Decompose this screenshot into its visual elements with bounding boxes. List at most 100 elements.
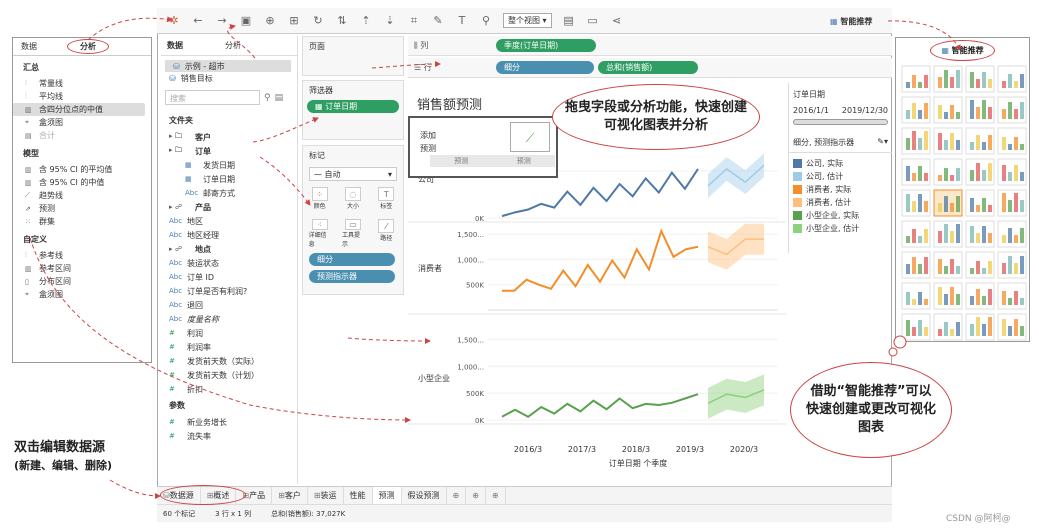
field-item[interactable]: # 发货前天数（实际） [161, 354, 297, 368]
rows-pill-segment[interactable]: 细分 [496, 61, 594, 74]
datasource-item[interactable]: ⛁ 示例 - 超市 [165, 60, 291, 72]
redo-icon[interactable]: → [215, 14, 229, 27]
field-item[interactable]: # 折扣 [161, 382, 297, 396]
field-item[interactable]: ▦ 发货日期 [161, 158, 297, 172]
new-story-icon[interactable]: ⊕ [486, 486, 506, 505]
pin-icon[interactable]: ⚲ [479, 14, 493, 27]
filter-pill[interactable]: ▦ 订单日期 [307, 100, 399, 113]
sort-asc-icon[interactable]: ⇡ [359, 14, 373, 27]
refresh-icon[interactable]: ↻ [311, 14, 325, 27]
field-item[interactable]: Abc 装运状态 [161, 256, 297, 270]
analytics-item[interactable]: ⟋ 趋势线 [13, 189, 151, 202]
field-item[interactable]: Abc 订单 ID [161, 270, 297, 284]
rows-pill-sales[interactable]: 总和(销售额) [598, 61, 698, 74]
legend-item[interactable]: 公司, 实际 [789, 157, 892, 170]
field-item[interactable]: # 发货前天数（计划） [161, 368, 297, 382]
chart-type-grid[interactable] [896, 62, 1029, 342]
field-item[interactable]: ▸ ☍ 地点 [161, 242, 297, 256]
tab-analysis[interactable]: 分析 [225, 40, 241, 51]
mark-type-select[interactable]: ⁓ 自动 ▾ [309, 167, 397, 181]
field-item[interactable]: Abc 订单是否有利润? [161, 284, 297, 298]
detail-button[interactable]: ⁖ 详细信息 [309, 219, 331, 248]
legend-item[interactable]: 小型企业, 实际 [789, 209, 892, 222]
path-button[interactable]: ⁄ 路径 [375, 219, 397, 245]
analytics-item[interactable]: ▥ 含四分位点的中值 [13, 103, 145, 116]
analytics-item[interactable]: ▥ 含 95% CI 的中值 [13, 176, 151, 189]
legend-item[interactable]: 公司, 估计 [789, 170, 892, 183]
add-forecast-popup[interactable]: 添加 预测 ⟋ 预测 预测 [408, 116, 558, 178]
tableau-logo-icon[interactable]: ✲ [167, 14, 181, 27]
legend-item[interactable]: 消费者, 实际 [789, 183, 892, 196]
parameter-item[interactable]: # 流失率 [161, 429, 297, 443]
analytics-item[interactable]: ⌖ 盒须图 [13, 288, 151, 301]
sheet-tab[interactable]: 性能 [344, 486, 373, 505]
sheet-tab[interactable]: ⊞ 客户 [272, 486, 308, 505]
sheet-tab[interactable]: 预测 [372, 486, 402, 505]
analytics-item[interactable]: ⫶ 平均线 [13, 90, 151, 103]
label-button[interactable]: T 标签 [375, 187, 397, 213]
new-datasource-icon[interactable]: ⊕ [263, 14, 277, 27]
analytics-item[interactable]: ⇗ 预测 [13, 202, 151, 215]
rows-shelf[interactable]: ☰ 行 细分 总和(销售额) [408, 58, 892, 78]
presentation-icon[interactable]: ▭ [586, 14, 600, 27]
folder-item[interactable]: ▸ 🗀 订单 [161, 144, 297, 158]
swap-icon[interactable]: ⇅ [335, 14, 349, 27]
tooltip-button[interactable]: ▭ 工具提示 [342, 219, 364, 248]
field-item[interactable]: Abc 退回 [161, 298, 297, 312]
highlight-icon[interactable]: ✎ [431, 14, 445, 27]
analytics-item[interactable]: ▥ 参考区间 [13, 262, 151, 275]
analytics-item[interactable]: ⁙ 群集 [13, 215, 151, 228]
analytics-item[interactable]: ⫶ 常量线 [13, 77, 151, 90]
new-sheet-icon[interactable]: ⊞ [287, 14, 301, 27]
field-item[interactable]: # 利润率 [161, 340, 297, 354]
field-item[interactable]: Abc 地区 [161, 214, 297, 228]
fit-select[interactable]: 整个视图 ▾ [503, 13, 552, 28]
field-search-input[interactable]: 搜索 [165, 90, 260, 105]
folder-item[interactable]: ▸ 🗀 客户 [161, 130, 297, 144]
group-icon[interactable]: ⌗ [407, 14, 421, 28]
tab-data[interactable]: 数据 [167, 40, 183, 51]
new-sheet-icon[interactable]: ⊕ [447, 486, 467, 505]
label-icon[interactable]: T [455, 14, 469, 27]
legend-item[interactable]: 消费者, 估计 [789, 196, 892, 209]
field-item[interactable]: ▦ 订单日期 [161, 172, 297, 186]
filters-card[interactable]: 筛选器 ▦ 订单日期 [302, 80, 404, 140]
field-item[interactable]: # 利润 [161, 326, 297, 340]
field-item[interactable]: ▸ ☍ 产品 [161, 200, 297, 214]
gallery-title-circle[interactable]: ▦ 智能推荐 [930, 39, 995, 61]
marks-pill-segment[interactable]: 细分 [309, 253, 395, 266]
analytics-item[interactable]: ▯ 分布区间 [13, 275, 151, 288]
size-button[interactable]: ◌ 大小 [342, 187, 364, 213]
date-range-slider[interactable] [793, 119, 888, 125]
card-toggle-icon[interactable]: ▤ [562, 14, 576, 27]
legend-label: 消费者, 实际 [806, 185, 852, 194]
share-icon[interactable]: ⋖ [610, 14, 624, 27]
analytics-item[interactable]: ⫶ 参考线 [13, 249, 151, 262]
legend-menu-icon[interactable]: ✎▾ [877, 137, 888, 148]
view-options-icon[interactable]: ▤ [275, 93, 284, 103]
field-item[interactable]: Abc 地区经理 [161, 228, 297, 242]
sheet-tab[interactable]: 假设预测 [402, 486, 447, 505]
sheet-tab[interactable]: ⊞ 装运 [308, 486, 344, 505]
new-dashboard-icon[interactable]: ⊕ [466, 486, 486, 505]
columns-shelf[interactable]: ⫼ 列 季度(订单日期) [408, 36, 892, 56]
search-icon[interactable]: ⚲ [264, 93, 271, 103]
analytics-item[interactable]: ▥ 含 95% CI 的平均值 [13, 163, 151, 176]
field-item[interactable]: Abc 邮寄方式 [161, 186, 297, 200]
analytics-item[interactable]: ⌖ 盒须图 [13, 116, 151, 129]
save-icon[interactable]: ▣ [239, 14, 253, 27]
marks-pill-forecast[interactable]: 预测指示器 [309, 270, 395, 283]
tab-analysis[interactable]: 分析 [67, 39, 109, 54]
columns-pill[interactable]: 季度(订单日期) [496, 39, 596, 52]
parameter-item[interactable]: # 新业务增长 [161, 415, 297, 429]
field-item[interactable]: Abc 度量名称 [161, 312, 297, 326]
show-me-button[interactable]: ▦ 智能推荐 [830, 16, 872, 27]
tab-data[interactable]: 数据 [21, 41, 37, 52]
legend-item[interactable]: 小型企业, 估计 [789, 222, 892, 235]
thumb-mark [982, 142, 986, 150]
color-button[interactable]: ⁘ 颜色 [309, 187, 331, 213]
datasource-item[interactable]: ⛁ 销售目标 [161, 72, 297, 84]
undo-icon[interactable]: ← [191, 14, 205, 27]
sort-desc-icon[interactable]: ⇣ [383, 14, 397, 27]
pages-card[interactable]: 页面 [302, 36, 404, 76]
